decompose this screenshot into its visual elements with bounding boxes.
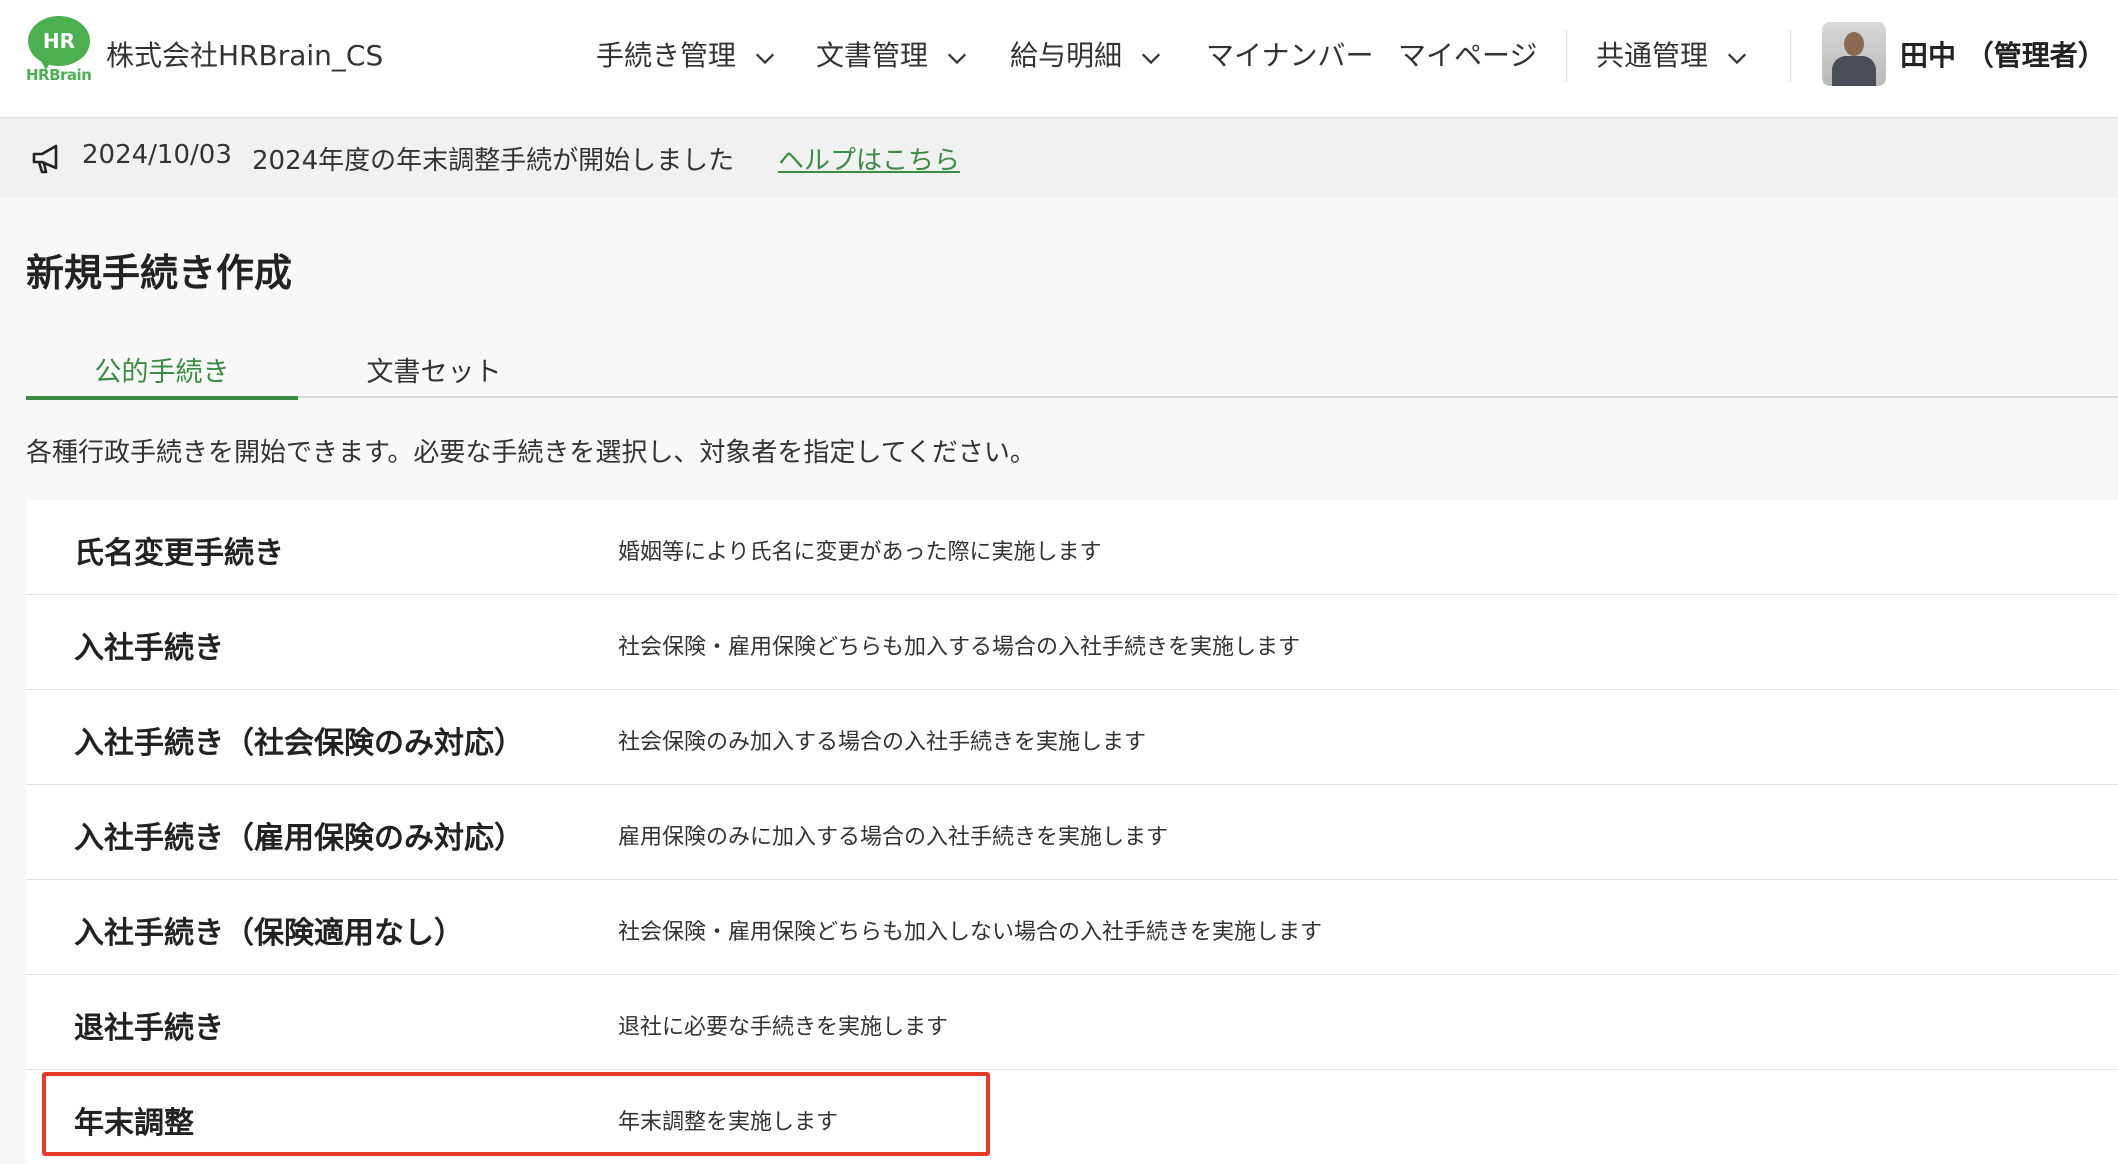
procedure-row-year-end-adjustment[interactable]: 年末調整 年末調整を実施します xyxy=(26,1070,2118,1164)
procedure-row-offboarding[interactable]: 退社手続き 退社に必要な手続きを実施します xyxy=(26,975,2118,1070)
tab-public-procedures[interactable]: 公的手続き xyxy=(26,350,298,400)
procedure-list: 氏名変更手続き 婚姻等により氏名に変更があった際に実施します 入社手続き 社会保… xyxy=(26,500,2118,1164)
procedure-name: 入社手続き xyxy=(74,631,224,666)
user-name[interactable]: 田中 （管理者） xyxy=(1900,34,2106,74)
procedure-row-onboarding-social-only[interactable]: 入社手続き（社会保険のみ対応） 社会保険のみ加入する場合の入社手続きを実施します xyxy=(26,690,2118,785)
logo-wordmark: HRBrain xyxy=(26,66,92,84)
nav-label: マイナンバー xyxy=(1206,39,1374,72)
procedure-name: 入社手続き（社会保険のみ対応） xyxy=(74,726,524,761)
hrbrain-logo[interactable]: HR HRBrain xyxy=(24,16,94,84)
procedure-description: 退社に必要な手続きを実施します xyxy=(618,1015,949,1040)
avatar-head xyxy=(1844,32,1864,56)
nav-procedures[interactable]: 手続き管理 xyxy=(596,34,776,74)
procedure-row-onboarding[interactable]: 入社手続き 社会保険・雇用保険どちらも加入する場合の入社手続きを実施します xyxy=(26,595,2118,690)
announcement-date: 2024/10/03 xyxy=(82,140,232,170)
avatar-body xyxy=(1832,56,1876,86)
nav-label: 手続き管理 xyxy=(596,39,737,72)
company-name: 株式会社HRBrain_CS xyxy=(106,39,384,72)
nav-label: 給与明細 xyxy=(1010,39,1123,72)
announcement-bar: 2024/10/03 2024年度の年末調整手続が開始しました ヘルプはこちら xyxy=(0,118,2118,198)
procedure-name: 退社手続き xyxy=(74,1011,224,1046)
nav-label: 共通管理 xyxy=(1596,39,1709,72)
chevron-down-icon xyxy=(754,43,776,65)
procedure-name: 入社手続き（雇用保険のみ対応） xyxy=(74,821,524,856)
announcement-message: 2024年度の年末調整手続が開始しました xyxy=(252,146,735,176)
procedure-description: 社会保険のみ加入する場合の入社手続きを実施します xyxy=(618,730,1147,755)
procedure-row-name-change[interactable]: 氏名変更手続き 婚姻等により氏名に変更があった際に実施します xyxy=(26,500,2118,595)
nav-documents[interactable]: 文書管理 xyxy=(816,34,968,74)
procedure-name: 入社手続き（保険適用なし） xyxy=(74,916,464,951)
tab-document-sets[interactable]: 文書セット xyxy=(298,350,570,398)
nav-my-page[interactable]: マイページ xyxy=(1398,34,1537,74)
tab-bar: 公的手続き 文書セット xyxy=(26,340,2118,400)
top-header: HR HRBrain 株式会社HRBrain_CS 手続き管理 文書管理 給与明… xyxy=(0,0,2118,118)
procedure-row-onboarding-employment-only[interactable]: 入社手続き（雇用保険のみ対応） 雇用保険のみに加入する場合の入社手続きを実施しま… xyxy=(26,785,2118,880)
procedure-name: 年末調整 xyxy=(74,1106,194,1141)
procedure-row-onboarding-no-insurance[interactable]: 入社手続き（保険適用なし） 社会保険・雇用保険どちらも加入しない場合の入社手続き… xyxy=(26,880,2118,975)
procedure-description: 年末調整を実施します xyxy=(618,1110,839,1135)
chevron-down-icon xyxy=(1726,43,1748,65)
procedure-description: 婚姻等により氏名に変更があった際に実施します xyxy=(618,540,1102,565)
nav-label: 文書管理 xyxy=(816,39,929,72)
nav-payslips[interactable]: 給与明細 xyxy=(1010,34,1162,74)
user-avatar[interactable] xyxy=(1822,22,1886,86)
procedure-description: 社会保険・雇用保険どちらも加入しない場合の入社手続きを実施します xyxy=(618,920,1323,945)
page-description: 各種行政手続きを開始できます。必要な手続きを選択し、対象者を指定してください。 xyxy=(26,438,1036,468)
nav-my-number[interactable]: マイナンバー xyxy=(1206,34,1373,74)
procedure-description: 雇用保険のみに加入する場合の入社手続きを実施します xyxy=(618,825,1169,850)
chevron-down-icon xyxy=(1140,43,1162,65)
chevron-down-icon xyxy=(946,43,968,65)
nav-common-management[interactable]: 共通管理 xyxy=(1596,34,1748,74)
nav-label: マイページ xyxy=(1398,39,1538,72)
nav-divider xyxy=(1790,30,1791,82)
nav-divider xyxy=(1566,30,1567,82)
page-title: 新規手続き作成 xyxy=(26,251,293,295)
help-link[interactable]: ヘルプはこちら xyxy=(778,140,960,177)
megaphone-icon xyxy=(30,142,66,176)
procedure-description: 社会保険・雇用保険どちらも加入する場合の入社手続きを実施します xyxy=(618,635,1301,660)
procedure-name: 氏名変更手続き xyxy=(74,536,284,571)
